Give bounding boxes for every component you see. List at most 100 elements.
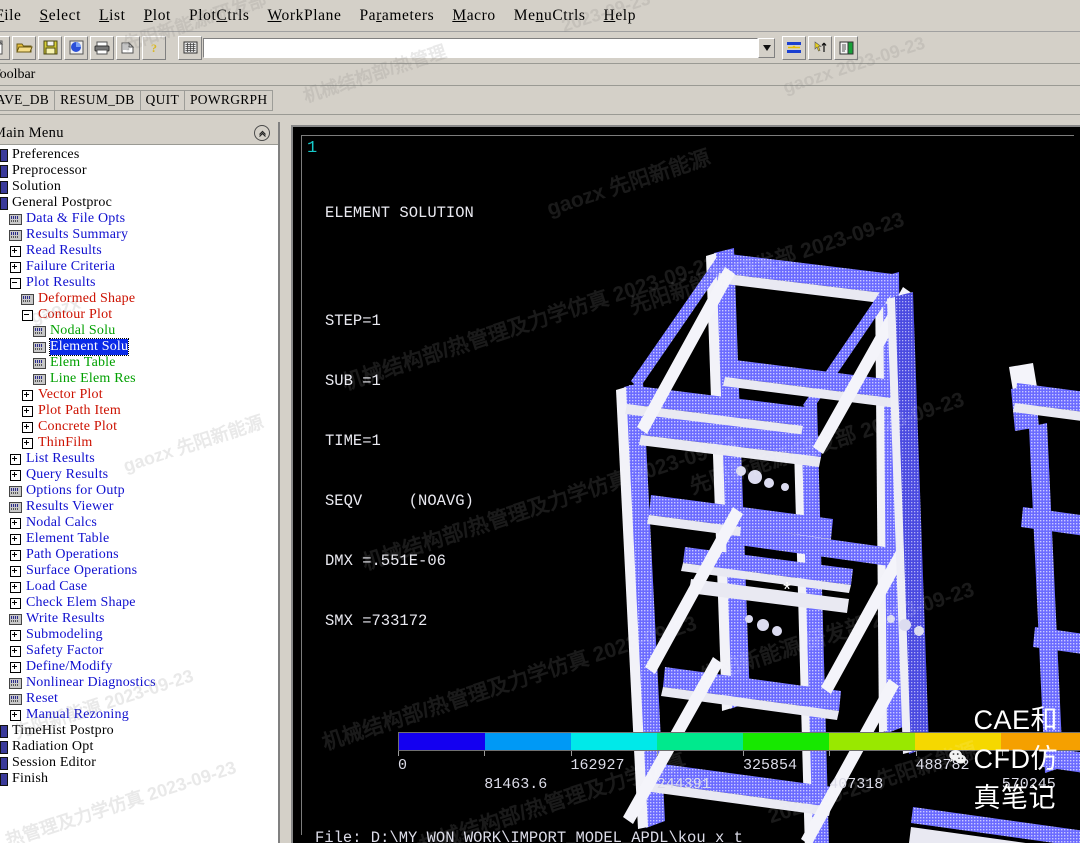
expand-plus-icon[interactable] (22, 389, 33, 401)
tree-item-nonlinear-diagnostics[interactable]: Nonlinear Diagnostics (0, 675, 278, 691)
tree-item-results-summary[interactable]: Results Summary (0, 227, 278, 243)
menu-file[interactable]: File (0, 3, 31, 29)
tree-item-element-table[interactable]: Element Table (0, 531, 278, 547)
report-icon[interactable] (64, 35, 88, 60)
print-icon[interactable] (90, 35, 114, 60)
keyboard-icon[interactable] (178, 35, 202, 60)
tree-item-timehist-postpro[interactable]: TimeHist Postpro (0, 723, 278, 739)
collapse-chevron-icon[interactable] (254, 125, 270, 141)
expand-plus-icon[interactable] (10, 629, 21, 641)
tree-item-query-results[interactable]: Query Results (0, 467, 278, 483)
menu-help[interactable]: Help (595, 3, 646, 29)
tree-item-data-file-opts[interactable]: Data & File Opts (0, 211, 278, 227)
colorbar-label: 488782 (915, 757, 970, 774)
command-history-dropdown[interactable] (758, 37, 775, 58)
menu-list[interactable]: List (90, 3, 135, 29)
abbr-toolbar-titlebar: Toolbar (0, 64, 1080, 86)
expand-plus-icon[interactable] (22, 421, 33, 433)
tree-item-label: Data & File Opts (26, 211, 126, 226)
abbr-button-resum_db[interactable]: RESUM_DB (54, 90, 141, 111)
expand-plus-icon[interactable] (10, 453, 21, 465)
tree-item-nodal-calcs[interactable]: Nodal Calcs (0, 515, 278, 531)
expand-plus-icon[interactable] (10, 645, 21, 657)
dialog-screen-icon (33, 357, 46, 369)
pick-up-icon[interactable] (808, 35, 832, 60)
layers-icon[interactable] (782, 35, 806, 60)
expand-plus-icon[interactable] (10, 261, 21, 273)
tree-item-label: Path Operations (26, 547, 119, 562)
tree-item-manual-rezoning[interactable]: Manual Rezoning (0, 707, 278, 723)
tree-item-general-postproc[interactable]: General Postproc (0, 195, 278, 211)
tree-item-safety-factor[interactable]: Safety Factor (0, 643, 278, 659)
tree-item-options-for-outp[interactable]: Options for Outp (0, 483, 278, 499)
menu-parameters[interactable]: Parameters (350, 3, 443, 29)
tree-item-label: Write Results (26, 611, 105, 626)
graphics-window[interactable]: 1 ELEMENT SOLUTION STEP=1 SUB =1 TIME=1 … (291, 125, 1080, 843)
menu-plot[interactable]: Plot (135, 3, 180, 29)
expand-plus-icon[interactable] (10, 709, 21, 721)
expand-plus-icon[interactable] (10, 245, 21, 257)
menu-select[interactable]: Select (31, 3, 91, 29)
tree-item-path-operations[interactable]: Path Operations (0, 547, 278, 563)
expand-plus-icon[interactable] (10, 597, 21, 609)
tree-item-plot-results[interactable]: Plot Results (0, 275, 278, 291)
expand-plus-icon[interactable] (10, 565, 21, 577)
menu-plotctrls[interactable]: PlotCtrls (180, 3, 259, 29)
expand-plus-icon[interactable] (22, 437, 33, 449)
expand-plus-icon[interactable] (10, 469, 21, 481)
tree-item-preferences[interactable]: Preferences (0, 147, 278, 163)
tree-item-vector-plot[interactable]: Vector Plot (0, 387, 278, 403)
print-preview-icon[interactable] (116, 35, 140, 60)
tree-item-finish[interactable]: Finish (0, 771, 278, 787)
expand-plus-icon[interactable] (10, 517, 21, 529)
save-icon[interactable] (38, 35, 62, 60)
tree-item-load-case[interactable]: Load Case (0, 579, 278, 595)
tree-item-label: Session Editor (12, 755, 97, 770)
tree-item-radiation-opt[interactable]: Radiation Opt (0, 739, 278, 755)
tree-item-solution[interactable]: Solution (0, 179, 278, 195)
tree-item-write-results[interactable]: Write Results (0, 611, 278, 627)
expand-plus-icon[interactable] (10, 661, 21, 673)
tree-item-define-modify[interactable]: Define/Modify (0, 659, 278, 675)
tree-item-reset[interactable]: Reset (0, 691, 278, 707)
tree-item-label: Query Results (26, 467, 109, 482)
command-input[interactable] (203, 37, 758, 58)
tree-item-concrete-plot[interactable]: Concrete Plot (0, 419, 278, 435)
tree-item-contour-plot[interactable]: Contour Plot (0, 307, 278, 323)
tree-item-thinfilm[interactable]: ThinFilm (0, 435, 278, 451)
menu-menuctrls[interactable]: MenuCtrls (505, 3, 595, 29)
tree-item-failure-criteria[interactable]: Failure Criteria (0, 259, 278, 275)
tree-item-label: Element Solu (48, 338, 130, 356)
menu-macro[interactable]: Macro (443, 3, 504, 29)
abbr-button-powrgrph[interactable]: POWRGRPH (184, 90, 274, 111)
tree-item-session-editor[interactable]: Session Editor (0, 755, 278, 771)
tree-item-elem-table[interactable]: Elem Table (0, 355, 278, 371)
dialog-screen-icon (9, 501, 22, 513)
tree-item-results-viewer[interactable]: Results Viewer (0, 499, 278, 515)
tree-item-element-solu[interactable]: Element Solu (0, 338, 278, 356)
open-folder-icon[interactable] (12, 35, 36, 60)
expand-plus-icon[interactable] (10, 581, 21, 593)
tree-item-surface-operations[interactable]: Surface Operations (0, 563, 278, 579)
tree-item-preprocessor[interactable]: Preprocessor (0, 163, 278, 179)
tree-item-submodeling[interactable]: Submodeling (0, 627, 278, 643)
dialog-screen-icon (33, 325, 46, 337)
tree-item-list-results[interactable]: List Results (0, 451, 278, 467)
expand-plus-icon[interactable] (10, 533, 21, 545)
help-icon[interactable]: ? (142, 35, 166, 60)
report-generator-icon[interactable] (834, 35, 858, 60)
tree-item-read-results[interactable]: Read Results (0, 243, 278, 259)
expand-plus-icon[interactable] (22, 405, 33, 417)
tree-item-plot-path-item[interactable]: Plot Path Item (0, 403, 278, 419)
tree-item-nodal-solu[interactable]: Nodal Solu (0, 323, 278, 339)
abbr-button-quit[interactable]: QUIT (139, 90, 185, 111)
abbr-button-save_db[interactable]: SAVE_DB (0, 90, 56, 111)
expand-plus-icon[interactable] (10, 549, 21, 561)
tree-item-deformed-shape[interactable]: Deformed Shape (0, 291, 278, 307)
menu-workplane[interactable]: WorkPlane (259, 3, 351, 29)
collapse-minus-icon[interactable] (22, 309, 33, 321)
tree-item-check-elem-shape[interactable]: Check Elem Shape (0, 595, 278, 611)
collapse-minus-icon[interactable] (10, 277, 21, 289)
tree-item-line-elem-res[interactable]: Line Elem Res (0, 371, 278, 387)
new-file-icon[interactable] (0, 35, 10, 60)
